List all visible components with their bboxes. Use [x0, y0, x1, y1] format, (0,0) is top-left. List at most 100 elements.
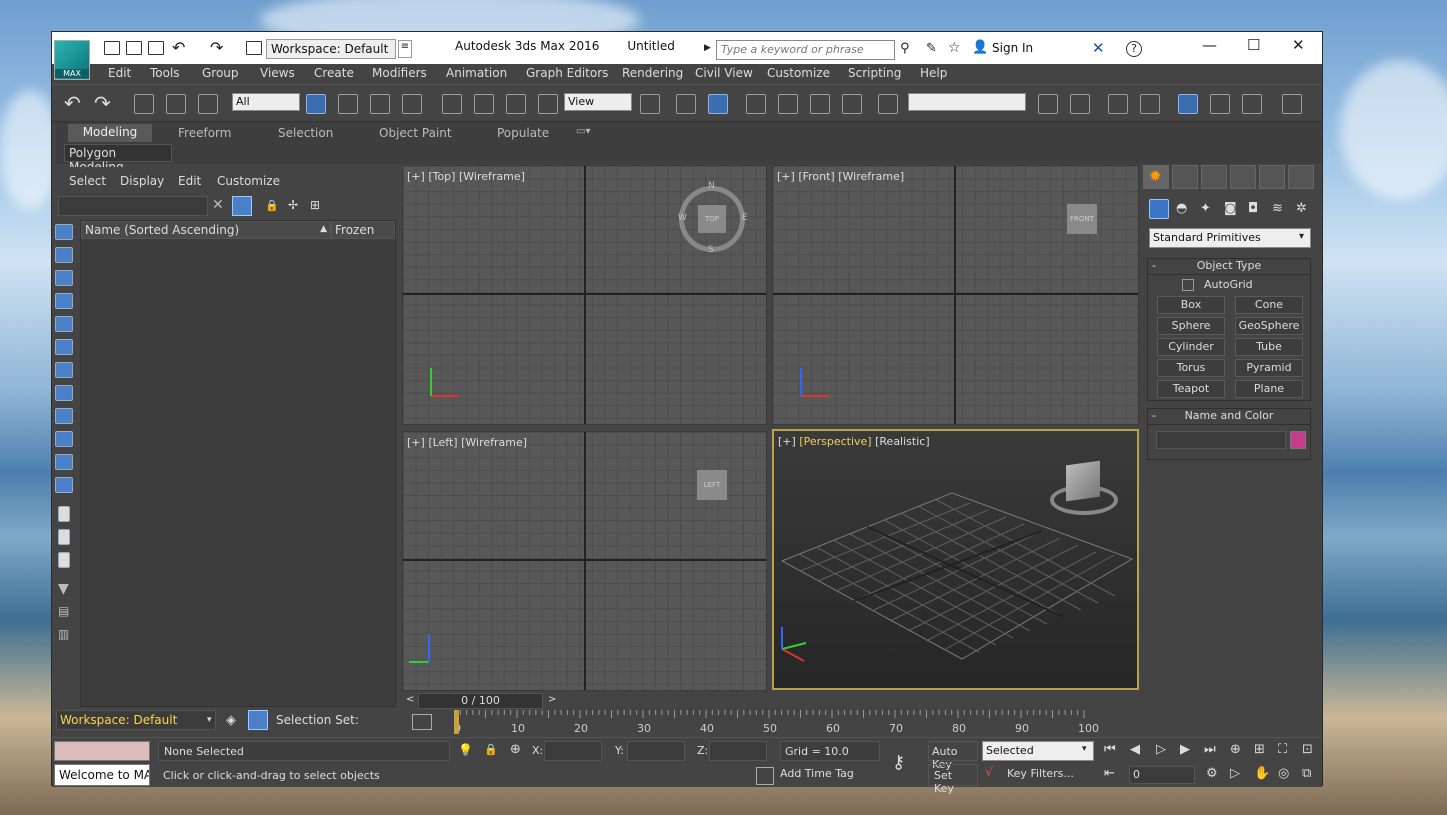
viewport-left-mode[interactable]: [Wireframe]	[461, 436, 527, 449]
menu-animation[interactable]: Animation	[446, 66, 507, 80]
binoculars-icon[interactable]: ⚲	[900, 41, 910, 56]
z-coordinate-field[interactable]	[709, 741, 767, 761]
sphere-button[interactable]: Sphere	[1157, 317, 1225, 335]
viewport-perspective[interactable]: [+] [Perspective] [Realistic]	[772, 429, 1139, 690]
select-dependents-icon[interactable]: ⊞	[310, 198, 320, 212]
display-helpers-icon[interactable]	[55, 316, 73, 332]
next-frame-icon[interactable]: >	[548, 694, 556, 705]
menu-help[interactable]: Help	[920, 66, 947, 80]
rectangular-selection-icon[interactable]	[370, 94, 390, 114]
display-tab-icon[interactable]	[1259, 165, 1285, 189]
schematic-view-icon[interactable]	[1242, 94, 1262, 114]
keyboard-shortcut-override-icon[interactable]	[708, 94, 728, 114]
scene-object-list[interactable]: Name (Sorted Ascending) ▲ Frozen	[80, 220, 396, 707]
collapse-icon[interactable]: -	[1152, 259, 1156, 272]
time-slider-handle[interactable]	[454, 710, 459, 734]
x-coordinate-field[interactable]	[544, 741, 602, 761]
autogrid-checkbox[interactable]	[1182, 279, 1194, 291]
display-all-icon[interactable]	[58, 506, 70, 522]
timeline-ruler[interactable]: 0102030405060708090100	[454, 710, 1138, 734]
viewport-top[interactable]: [+] [Top] [Wireframe] TOP N S E W	[402, 165, 767, 425]
column-name-header[interactable]: Name (Sorted Ascending) ▲	[81, 221, 331, 239]
chevron-down-icon[interactable]: ▾	[1082, 744, 1087, 754]
redo-icon[interactable]: ↷	[94, 91, 111, 115]
selection-lock-icon[interactable]: 🔒	[484, 743, 498, 756]
display-groups-icon[interactable]	[55, 362, 73, 378]
display-invert-icon[interactable]	[58, 552, 70, 568]
plane-button[interactable]: Plane	[1235, 380, 1303, 398]
link-icon[interactable]	[134, 94, 154, 114]
next-frame-icon[interactable]: ▶	[1180, 742, 1190, 757]
viewport-top-mode[interactable]: [Wireframe]	[459, 170, 525, 183]
prev-frame-icon[interactable]: <	[406, 694, 414, 705]
maxscript-mini-listener[interactable]: Welcome to MAX	[54, 764, 150, 786]
manipulate-icon[interactable]	[676, 94, 696, 114]
absolute-mode-icon[interactable]: ⊕	[510, 742, 521, 757]
ribbon-tab-selection[interactable]: Selection	[278, 126, 333, 140]
maximize-viewport-icon[interactable]: ⧉	[1302, 766, 1311, 781]
viewport-persp-plus[interactable]: [+]	[778, 435, 796, 448]
display-frozen-icon[interactable]	[55, 454, 73, 470]
cameras-icon[interactable]: ◙	[1224, 201, 1237, 216]
viewport-top-label[interactable]: [+] [Top] [Wireframe]	[407, 170, 525, 183]
previous-frame-icon[interactable]: ◀	[1130, 742, 1140, 757]
select-object-icon[interactable]	[306, 94, 326, 114]
user-icon[interactable]: 👤	[972, 40, 988, 55]
search-expand-icon[interactable]: ▶	[704, 43, 711, 53]
menu-edit[interactable]: Edit	[108, 66, 131, 80]
zoom-extents-icon[interactable]: ⛶	[1278, 742, 1287, 757]
column-frozen-header[interactable]: Frozen	[331, 221, 395, 239]
pan-icon[interactable]: ✋	[1254, 766, 1270, 781]
systems-icon[interactable]: ✲	[1296, 201, 1307, 216]
rotate-icon[interactable]	[474, 94, 494, 114]
key-mode-toggle-icon[interactable]: ⇤	[1104, 766, 1115, 781]
move-icon[interactable]	[442, 94, 462, 114]
menu-rendering[interactable]: Rendering	[622, 66, 683, 80]
display-cameras-icon[interactable]	[55, 293, 73, 309]
menu-group[interactable]: Group	[202, 66, 239, 80]
scene-search-input[interactable]	[58, 196, 208, 216]
zoom-extents-all-icon[interactable]: ⊡	[1302, 742, 1313, 757]
menu-create[interactable]: Create	[314, 66, 354, 80]
viewport-front-label[interactable]: [+] [Front] [Wireframe]	[777, 170, 904, 183]
clear-search-icon[interactable]: ✕	[212, 197, 224, 213]
isolate-icon[interactable]: 💡	[458, 743, 473, 757]
key-filters-button[interactable]: Key Filters...	[1007, 767, 1074, 780]
maximize-button[interactable]: ☐	[1247, 36, 1260, 54]
viewport-front-view[interactable]: [Front]	[798, 170, 834, 183]
key-tangent-icon[interactable]: √	[985, 765, 993, 780]
snaps-toggle-icon[interactable]	[746, 94, 766, 114]
go-to-start-icon[interactable]: ⏮	[1104, 742, 1116, 757]
display-space-warps-icon[interactable]	[55, 339, 73, 355]
viewport-left-view[interactable]: [Left]	[428, 436, 457, 449]
go-to-end-icon[interactable]: ⏭	[1204, 742, 1216, 757]
curve-editor-icon[interactable]	[1210, 94, 1230, 114]
exchange-icon[interactable]: ✕	[1092, 39, 1105, 57]
play-icon[interactable]: ▷	[1156, 742, 1166, 757]
spinner-snap-icon[interactable]	[842, 94, 862, 114]
viewport-top-plus[interactable]: [+]	[407, 170, 425, 183]
display-containers-icon[interactable]	[55, 431, 73, 447]
display-xrefs-icon[interactable]	[55, 385, 73, 401]
geometry-icon[interactable]	[1149, 199, 1169, 219]
workspace-selector[interactable]: Workspace: Default	[56, 710, 216, 730]
favorites-star-icon[interactable]: ☆	[948, 40, 961, 56]
pivot-center-icon[interactable]	[640, 94, 660, 114]
hierarchy-icon[interactable]: ▤	[58, 604, 69, 618]
viewport-left-plus[interactable]: [+]	[407, 436, 425, 449]
menu-customize[interactable]: Customize	[767, 66, 830, 80]
cone-button[interactable]: Cone	[1235, 296, 1303, 314]
ribbon-options-icon[interactable]: ▭▾	[576, 126, 590, 137]
window-crossing-icon[interactable]	[402, 94, 422, 114]
place-icon[interactable]	[538, 94, 558, 114]
viewport-persp-label[interactable]: [+] [Perspective] [Realistic]	[778, 435, 930, 448]
display-shapes-icon[interactable]	[55, 247, 73, 263]
viewcube[interactable]	[1066, 460, 1100, 502]
zoom-all-icon[interactable]: ⊞	[1254, 742, 1265, 757]
layers-icon[interactable]: ▥	[58, 627, 69, 641]
viewcube[interactable]: FRONT	[1067, 204, 1097, 234]
create-tab-icon[interactable]: ✹	[1143, 165, 1169, 189]
viewport-left[interactable]: [+] [Left] [Wireframe] LEFT	[402, 431, 767, 691]
material-editor-icon[interactable]	[1282, 94, 1302, 114]
viewcube[interactable]: LEFT	[697, 470, 727, 500]
